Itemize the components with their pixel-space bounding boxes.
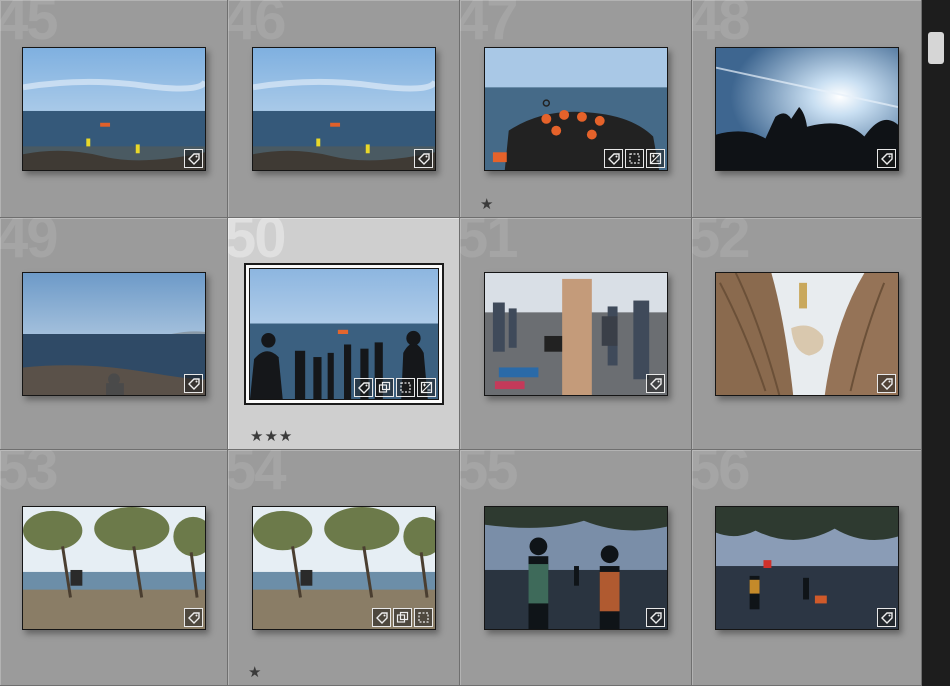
- collection-icon[interactable]: [374, 377, 394, 397]
- star-rating[interactable]: ★: [248, 663, 262, 681]
- thumbnail-frame[interactable]: [243, 262, 444, 405]
- thumbnail-frame[interactable]: [714, 505, 899, 630]
- thumbnail-badges: [876, 607, 896, 627]
- develop-adjust-icon[interactable]: [416, 377, 436, 397]
- keyword-tag-icon[interactable]: [183, 148, 203, 168]
- keyword-tag-icon[interactable]: [645, 607, 665, 627]
- cell-index-number: 45: [0, 0, 58, 52]
- thumbnail-frame[interactable]: [483, 271, 668, 396]
- cell-index-number: 53: [0, 450, 58, 502]
- thumbnail-badges: [183, 607, 203, 627]
- grid-cell[interactable]: 48: [692, 0, 922, 218]
- thumbnail-badges: [353, 377, 436, 397]
- star-rating[interactable]: ★★★: [250, 427, 293, 445]
- photo-thumbnail[interactable]: [21, 271, 206, 396]
- photo-thumbnail[interactable]: [483, 505, 668, 630]
- thumbnail-frame[interactable]: [21, 46, 206, 171]
- keyword-tag-icon[interactable]: [645, 373, 665, 393]
- thumbnail-badges: [603, 148, 665, 168]
- crop-icon[interactable]: [395, 377, 415, 397]
- keyword-tag-icon[interactable]: [876, 373, 896, 393]
- cell-index-number: 55: [460, 450, 518, 502]
- cell-index-number: 54: [228, 450, 286, 502]
- thumbnail-frame[interactable]: [251, 46, 436, 171]
- grid-cell[interactable]: 45: [0, 0, 228, 218]
- thumbnail-badges: [183, 148, 203, 168]
- thumbnail-badges: [645, 373, 665, 393]
- thumbnail-badges: [645, 607, 665, 627]
- grid-cell[interactable]: 52: [692, 218, 922, 450]
- grid-cell[interactable]: 54 ★: [228, 450, 460, 686]
- photo-thumbnail[interactable]: [251, 46, 436, 171]
- grid-cell[interactable]: 46: [228, 0, 460, 218]
- photo-thumbnail[interactable]: [483, 271, 668, 396]
- keyword-tag-icon[interactable]: [413, 148, 433, 168]
- cell-index-number: 48: [692, 0, 750, 52]
- photo-thumbnail[interactable]: [21, 46, 206, 171]
- grid-cell[interactable]: 51: [460, 218, 692, 450]
- photo-thumbnail[interactable]: [248, 267, 439, 400]
- cell-index-number: 51: [460, 218, 518, 270]
- cell-index-number: 47: [460, 0, 518, 52]
- photo-thumbnail[interactable]: [251, 505, 436, 630]
- cell-index-number: 46: [228, 0, 286, 52]
- thumbnail-frame[interactable]: [483, 46, 668, 171]
- keyword-tag-icon[interactable]: [183, 373, 203, 393]
- star-rating[interactable]: ★: [480, 195, 494, 213]
- thumbnail-frame[interactable]: [21, 505, 206, 630]
- thumbnail-frame[interactable]: [483, 505, 668, 630]
- thumbnail-frame[interactable]: [21, 271, 206, 396]
- photo-thumbnail[interactable]: [21, 505, 206, 630]
- vertical-scrollbar[interactable]: [922, 0, 950, 686]
- keyword-tag-icon[interactable]: [876, 148, 896, 168]
- thumbnail-badges: [371, 607, 433, 627]
- thumbnail-grid: 45 46 47 ★ 48 49 50 ★★★ 51 52 53 54 ★ 55…: [0, 0, 922, 686]
- thumbnail-badges: [413, 148, 433, 168]
- grid-cell[interactable]: 53: [0, 450, 228, 686]
- keyword-tag-icon[interactable]: [353, 377, 373, 397]
- keyword-tag-icon[interactable]: [876, 607, 896, 627]
- thumbnail-badges: [183, 373, 203, 393]
- keyword-tag-icon[interactable]: [371, 607, 391, 627]
- photo-thumbnail[interactable]: [483, 46, 668, 171]
- photo-thumbnail[interactable]: [714, 46, 899, 171]
- grid-cell[interactable]: 49: [0, 218, 228, 450]
- thumbnail-frame[interactable]: [714, 46, 899, 171]
- thumbnail-badges: [876, 373, 896, 393]
- grid-cell[interactable]: 55: [460, 450, 692, 686]
- develop-adjust-icon[interactable]: [645, 148, 665, 168]
- keyword-tag-icon[interactable]: [183, 607, 203, 627]
- thumbnail-badges: [876, 148, 896, 168]
- thumbnail-frame[interactable]: [714, 271, 899, 396]
- cell-index-number: 56: [692, 450, 750, 502]
- grid-cell[interactable]: 56: [692, 450, 922, 686]
- grid-cell[interactable]: 47 ★: [460, 0, 692, 218]
- grid-cell[interactable]: 50 ★★★: [228, 218, 460, 450]
- keyword-tag-icon[interactable]: [603, 148, 623, 168]
- crop-icon[interactable]: [624, 148, 644, 168]
- photo-thumbnail[interactable]: [714, 505, 899, 630]
- collection-icon[interactable]: [392, 607, 412, 627]
- scrollbar-thumb[interactable]: [928, 32, 944, 64]
- cell-index-number: 52: [692, 218, 750, 270]
- cell-index-number: 49: [0, 218, 58, 270]
- crop-icon[interactable]: [413, 607, 433, 627]
- thumbnail-frame[interactable]: [251, 505, 436, 630]
- photo-thumbnail[interactable]: [714, 271, 899, 396]
